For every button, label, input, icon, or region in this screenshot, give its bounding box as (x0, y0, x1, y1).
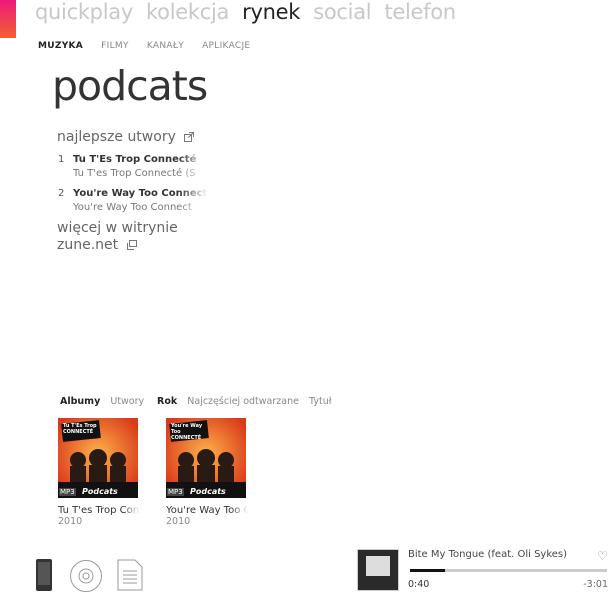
brand-accent-bar (0, 0, 16, 38)
top-tracks-label: najlepsze utwory (57, 129, 176, 145)
elapsed-time: 0:40 (408, 579, 430, 590)
cover-text: You're Way Too CONNECTÉ (171, 423, 203, 441)
band-logo: Podcats (190, 487, 226, 496)
more-label-line1: więcej w witrynie (57, 220, 178, 236)
album-year: 2010 (58, 516, 83, 527)
mp3-badge: MP3 (167, 488, 184, 496)
track-number: 1 (58, 154, 65, 165)
now-playing-art[interactable] (357, 549, 399, 591)
open-window-icon (126, 240, 137, 250)
heart-icon[interactable]: ♡ (597, 549, 608, 563)
pivot-kolekcja[interactable]: kolekcja (146, 0, 229, 24)
remaining-time: -3:01 (583, 579, 608, 590)
sub-nav: MUZYKA FILMY KANAŁY APLIKACJE (38, 33, 263, 52)
subnav-kanaly[interactable]: KANAŁY (147, 41, 184, 51)
view-tabs: Albumy Utwory (60, 389, 149, 408)
track-title: You're Way Too Connect (73, 188, 208, 199)
tab-albumy[interactable]: Albumy (60, 396, 100, 407)
pivot-quickplay[interactable]: quickplay (35, 0, 133, 24)
disc-icon[interactable] (69, 559, 103, 593)
band-logo: Podcats (82, 487, 118, 496)
pivot-telefon[interactable]: telefon (384, 0, 456, 24)
album-tile-2[interactable]: You're Way Too CONNECTÉ MP3 Podcats You'… (166, 418, 248, 527)
now-playing-bar: Bite My Tongue (feat. Oli Sykes) ♡ 0:40 … (357, 547, 616, 605)
album-year: 2010 (166, 516, 191, 527)
art-figure (366, 556, 390, 576)
top-tracks-link[interactable]: najlepsze utwory (57, 129, 195, 145)
album-name: You're Way Too Connected (166, 505, 248, 516)
sort-tabs: Rok Najczęściej odtwarzane Tytuł (157, 389, 336, 408)
tab-utwory[interactable]: Utwory (110, 396, 144, 407)
album-tile-1[interactable]: Tu T'Es Trop CONNECTÉ MP3 Podcats Tu T'e… (58, 418, 140, 527)
subnav-aplikacje[interactable]: APLIKACJE (202, 41, 250, 51)
track-album: You're Way Too Connect (73, 202, 192, 213)
phone-icon[interactable] (35, 558, 53, 592)
artist-title: podcats (52, 62, 208, 110)
track-album: Tu T'es Trop Connecté (S (73, 168, 196, 179)
progress-bar[interactable] (410, 569, 607, 572)
album-name: Tu T'es Trop Connecté (58, 505, 140, 516)
subnav-filmy[interactable]: FILMY (101, 41, 129, 51)
sort-najczesciej[interactable]: Najczęściej odtwarzane (187, 396, 299, 407)
sort-rok[interactable]: Rok (157, 396, 177, 407)
more-on-zune-link[interactable]: więcej w witrynie zune.net (57, 220, 178, 254)
pivot-nav: quickplay kolekcja rynek social telefon (35, 0, 464, 24)
pivot-rynek[interactable]: rynek (242, 0, 300, 24)
external-link-icon (184, 132, 195, 142)
cover-text: Tu T'Es Trop CONNECTÉ (63, 423, 97, 435)
now-playing-title[interactable]: Bite My Tongue (feat. Oli Sykes) (408, 549, 567, 560)
sort-tytul[interactable]: Tytuł (309, 396, 331, 407)
document-icon[interactable] (117, 559, 143, 591)
subnav-muzyka[interactable]: MUZYKA (38, 41, 83, 51)
mp3-badge: MP3 (59, 488, 76, 496)
track-row-1[interactable]: 1 Tu T'Es Trop Connecté Tu T'es Trop Con… (58, 154, 208, 184)
album-cover[interactable]: You're Way Too CONNECTÉ MP3 Podcats (166, 418, 246, 498)
progress-fill (410, 569, 446, 572)
track-row-2[interactable]: 2 You're Way Too Connect You're Way Too … (58, 188, 208, 218)
album-cover[interactable]: Tu T'Es Trop CONNECTÉ MP3 Podcats (58, 418, 138, 498)
track-number: 2 (58, 188, 65, 199)
more-label-line2: zune.net (57, 237, 119, 253)
track-title: Tu T'Es Trop Connecté (73, 154, 197, 165)
pivot-social[interactable]: social (313, 0, 371, 24)
